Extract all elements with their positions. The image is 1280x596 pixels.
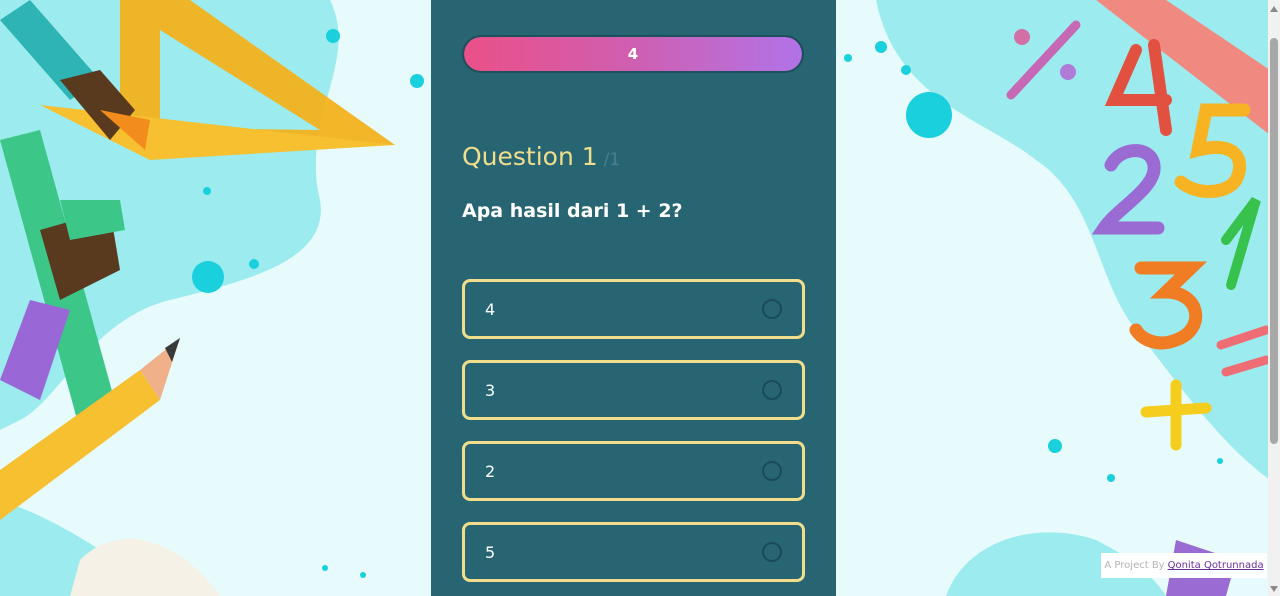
question-text: Apa hasil dari 1 + 2? [462, 200, 683, 222]
answer-option-label: 2 [485, 461, 496, 481]
answer-option-3[interactable]: 2 [462, 441, 805, 501]
art-supplies-illustration [0, 0, 431, 596]
credit-badge: A Project By Qonita Qotrunnada [1101, 553, 1267, 578]
question-total: /1 [603, 150, 621, 170]
answer-option-2[interactable]: 3 [462, 360, 805, 420]
credit-author-link[interactable]: Qonita Qotrunnada [1168, 560, 1264, 571]
scroll-down-arrow-icon[interactable] [1270, 586, 1278, 592]
scrollbar-thumb[interactable] [1270, 38, 1278, 444]
scroll-up-arrow-icon[interactable] [1270, 6, 1278, 12]
quiz-panel: 4 Question 1/1 Apa hasil dari 1 + 2? 4 3… [431, 0, 836, 596]
math-numbers-illustration [836, 0, 1270, 596]
credit-prefix: A Project By [1104, 560, 1165, 571]
answer-option-label: 5 [485, 542, 496, 562]
radio-icon[interactable] [762, 542, 782, 562]
answer-option-4[interactable]: 5 [462, 522, 805, 582]
radio-icon[interactable] [762, 299, 782, 319]
answer-option-label: 4 [485, 299, 496, 319]
answer-option-label: 3 [485, 380, 496, 400]
quiz-page: 4 Question 1/1 Apa hasil dari 1 + 2? 4 3… [0, 0, 1280, 596]
answer-option-1[interactable]: 4 [462, 279, 805, 339]
scrollbar[interactable] [1268, 0, 1280, 596]
question-number: Question 1 [462, 142, 598, 171]
question-heading: Question 1/1 [462, 142, 620, 171]
progress-bar: 4 [462, 35, 804, 73]
radio-icon[interactable] [762, 461, 782, 481]
progress-text: 4 [627, 45, 639, 63]
radio-icon[interactable] [762, 380, 782, 400]
